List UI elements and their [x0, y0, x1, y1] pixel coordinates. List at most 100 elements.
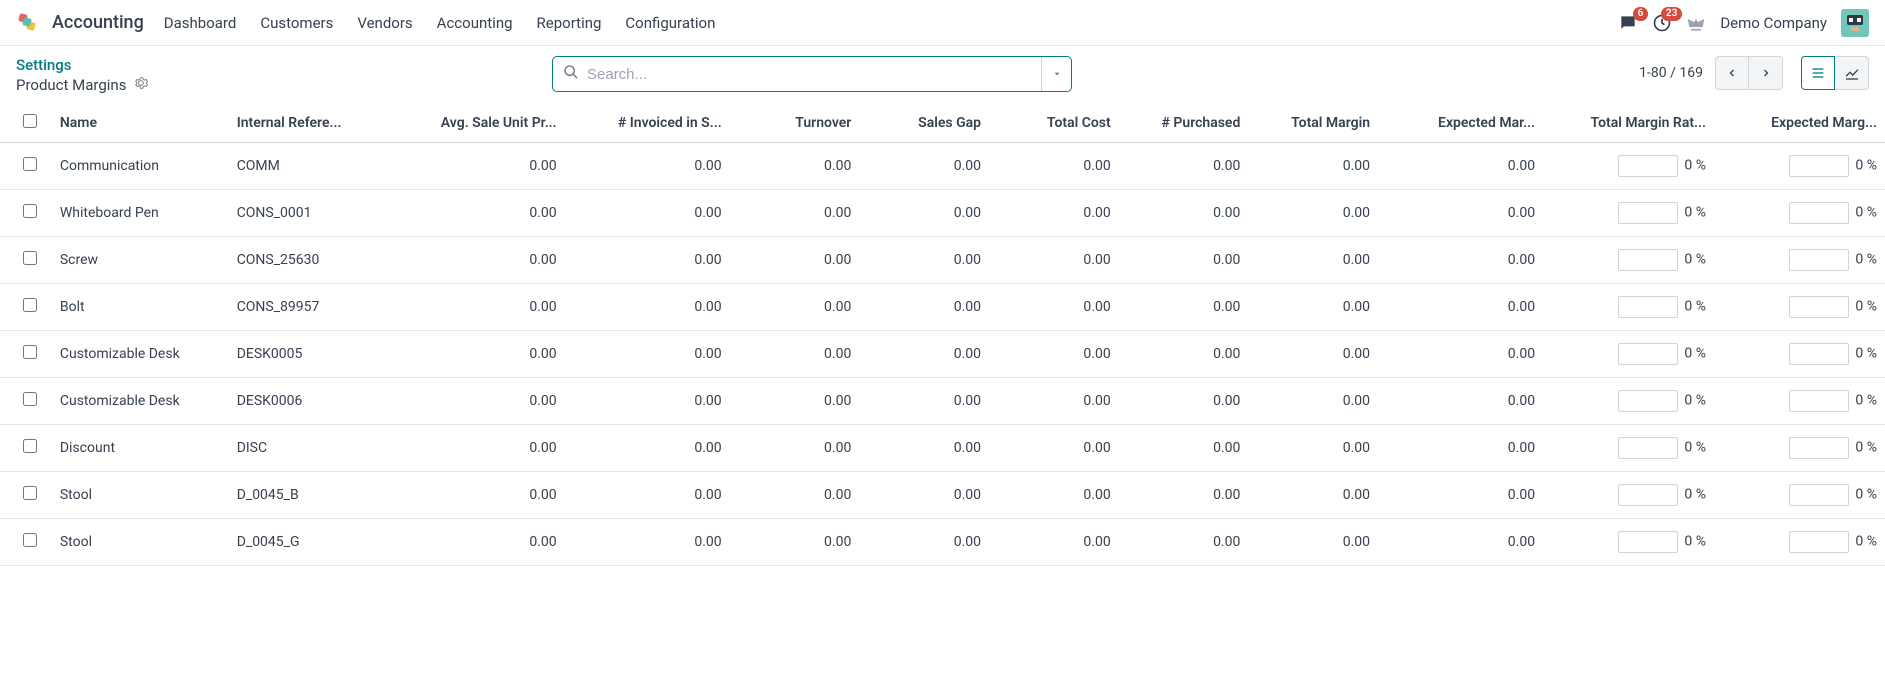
- table-row[interactable]: Whiteboard PenCONS_00010.000.000.000.000…: [0, 190, 1885, 237]
- pager-sep: /: [1667, 65, 1680, 81]
- cell-total-cost: 0.00: [989, 519, 1119, 566]
- cell-expected-margin: 0.00: [1378, 284, 1543, 331]
- list-view-button[interactable]: [1801, 56, 1835, 90]
- gear-icon[interactable]: [134, 76, 148, 94]
- col-sales-gap[interactable]: Sales Gap: [859, 104, 989, 143]
- expected-margin-rate-input[interactable]: [1789, 296, 1849, 318]
- cell-total-margin: 0.00: [1248, 519, 1378, 566]
- total-margin-rate-input[interactable]: [1618, 202, 1678, 224]
- control-panel: Settings Product Margins 1-80 / 169: [0, 46, 1885, 104]
- expected-margin-rate-input[interactable]: [1789, 249, 1849, 271]
- debug-icon[interactable]: [1686, 13, 1706, 33]
- nav-item-customers[interactable]: Customers: [260, 14, 333, 32]
- pager-prev-button[interactable]: [1715, 56, 1749, 90]
- cell-total-cost: 0.00: [989, 378, 1119, 425]
- row-checkbox[interactable]: [23, 533, 37, 547]
- cell-turnover: 0.00: [730, 237, 860, 284]
- expected-margin-rate-input[interactable]: [1789, 531, 1849, 553]
- expected-margin-rate-input[interactable]: [1789, 202, 1849, 224]
- row-select-cell: [0, 378, 52, 425]
- row-checkbox[interactable]: [23, 204, 37, 218]
- messages-icon[interactable]: 6: [1618, 13, 1638, 33]
- nav-item-accounting[interactable]: Accounting: [437, 14, 513, 32]
- expected-margin-rate-input[interactable]: [1789, 437, 1849, 459]
- activities-badge: 23: [1661, 7, 1682, 21]
- row-checkbox[interactable]: [23, 392, 37, 406]
- cell-total-cost: 0.00: [989, 190, 1119, 237]
- app-name[interactable]: Accounting: [52, 12, 144, 33]
- cell-purchased: 0.00: [1119, 331, 1249, 378]
- search-options-toggle[interactable]: [1041, 57, 1071, 91]
- cell-expected-margin: 0.00: [1378, 472, 1543, 519]
- expected-margin-rate-input[interactable]: [1789, 484, 1849, 506]
- col-total-cost[interactable]: Total Cost: [989, 104, 1119, 143]
- table-row[interactable]: CommunicationCOMM0.000.000.000.000.000.0…: [0, 143, 1885, 190]
- breadcrumb-parent[interactable]: Settings: [16, 56, 496, 74]
- cell-expected-margin-rate: 0 %: [1714, 331, 1885, 378]
- graph-view-button[interactable]: [1835, 56, 1869, 90]
- total-margin-rate-input[interactable]: [1618, 437, 1678, 459]
- cell-name: Screw: [52, 237, 229, 284]
- nav-item-dashboard[interactable]: Dashboard: [164, 14, 237, 32]
- cell-expected-margin-rate: 0 %: [1714, 284, 1885, 331]
- cell-total-margin-rate: 0 %: [1543, 190, 1714, 237]
- table-row[interactable]: Customizable DeskDESK00060.000.000.000.0…: [0, 378, 1885, 425]
- cell-expected-margin-rate: 0 %: [1714, 425, 1885, 472]
- cell-total-cost: 0.00: [989, 237, 1119, 284]
- cell-name: Discount: [52, 425, 229, 472]
- row-select-cell: [0, 331, 52, 378]
- table-row[interactable]: StoolD_0045_B0.000.000.000.000.000.000.0…: [0, 472, 1885, 519]
- table-row[interactable]: ScrewCONS_256300.000.000.000.000.000.000…: [0, 237, 1885, 284]
- col-total-margin-rate[interactable]: Total Margin Rat...: [1543, 104, 1714, 143]
- col-internal-reference[interactable]: Internal Refere...: [229, 104, 400, 143]
- table-row[interactable]: StoolD_0045_G0.000.000.000.000.000.000.0…: [0, 519, 1885, 566]
- row-checkbox[interactable]: [23, 439, 37, 453]
- total-margin-rate-input[interactable]: [1618, 390, 1678, 412]
- total-margin-rate-input[interactable]: [1618, 249, 1678, 271]
- col-turnover[interactable]: Turnover: [730, 104, 860, 143]
- row-checkbox[interactable]: [23, 251, 37, 265]
- table-row[interactable]: BoltCONS_899570.000.000.000.000.000.000.…: [0, 284, 1885, 331]
- expected-margin-rate-input[interactable]: [1789, 390, 1849, 412]
- total-margin-rate-input[interactable]: [1618, 343, 1678, 365]
- row-checkbox[interactable]: [23, 486, 37, 500]
- expected-margin-rate-input[interactable]: [1789, 343, 1849, 365]
- total-margin-rate-input[interactable]: [1618, 155, 1678, 177]
- total-margin-rate-input[interactable]: [1618, 296, 1678, 318]
- expected-margin-rate-input[interactable]: [1789, 155, 1849, 177]
- row-select-cell: [0, 425, 52, 472]
- col-expected-margin-rate[interactable]: Expected Marg...: [1714, 104, 1885, 143]
- cell-avg-sale-unit-price: 0.00: [400, 190, 565, 237]
- select-all-checkbox[interactable]: [23, 114, 37, 128]
- total-margin-rate-input[interactable]: [1618, 484, 1678, 506]
- cell-total-margin-rate: 0 %: [1543, 331, 1714, 378]
- col-name[interactable]: Name: [52, 104, 229, 143]
- table-row[interactable]: Customizable DeskDESK00050.000.000.000.0…: [0, 331, 1885, 378]
- search-area: [552, 56, 1072, 92]
- cell-turnover: 0.00: [730, 190, 860, 237]
- col-purchased[interactable]: # Purchased: [1119, 104, 1249, 143]
- cell-sales-gap: 0.00: [859, 190, 989, 237]
- col-avg-sale-unit-price[interactable]: Avg. Sale Unit Pr...: [400, 104, 565, 143]
- col-expected-margin[interactable]: Expected Mar...: [1378, 104, 1543, 143]
- row-checkbox[interactable]: [23, 345, 37, 359]
- search-input[interactable]: [587, 66, 1031, 83]
- cell-total-margin-rate: 0 %: [1543, 425, 1714, 472]
- cell-total-margin: 0.00: [1248, 378, 1378, 425]
- row-checkbox[interactable]: [23, 157, 37, 171]
- app-logo-icon[interactable]: [16, 11, 40, 35]
- col-invoiced-in-sale[interactable]: # Invoiced in S...: [565, 104, 730, 143]
- col-total-margin[interactable]: Total Margin: [1248, 104, 1378, 143]
- pager-text[interactable]: 1-80 / 169: [1639, 65, 1703, 81]
- table-row[interactable]: DiscountDISC0.000.000.000.000.000.000.00…: [0, 425, 1885, 472]
- row-checkbox[interactable]: [23, 298, 37, 312]
- nav-item-vendors[interactable]: Vendors: [357, 14, 412, 32]
- nav-item-configuration[interactable]: Configuration: [625, 14, 715, 32]
- nav-item-reporting[interactable]: Reporting: [537, 14, 602, 32]
- total-margin-rate-input[interactable]: [1618, 531, 1678, 553]
- activities-icon[interactable]: 23: [1652, 13, 1672, 33]
- pager-next-button[interactable]: [1749, 56, 1783, 90]
- cell-expected-margin-rate: 0 %: [1714, 237, 1885, 284]
- user-avatar[interactable]: [1841, 9, 1869, 37]
- company-selector[interactable]: Demo Company: [1720, 14, 1827, 32]
